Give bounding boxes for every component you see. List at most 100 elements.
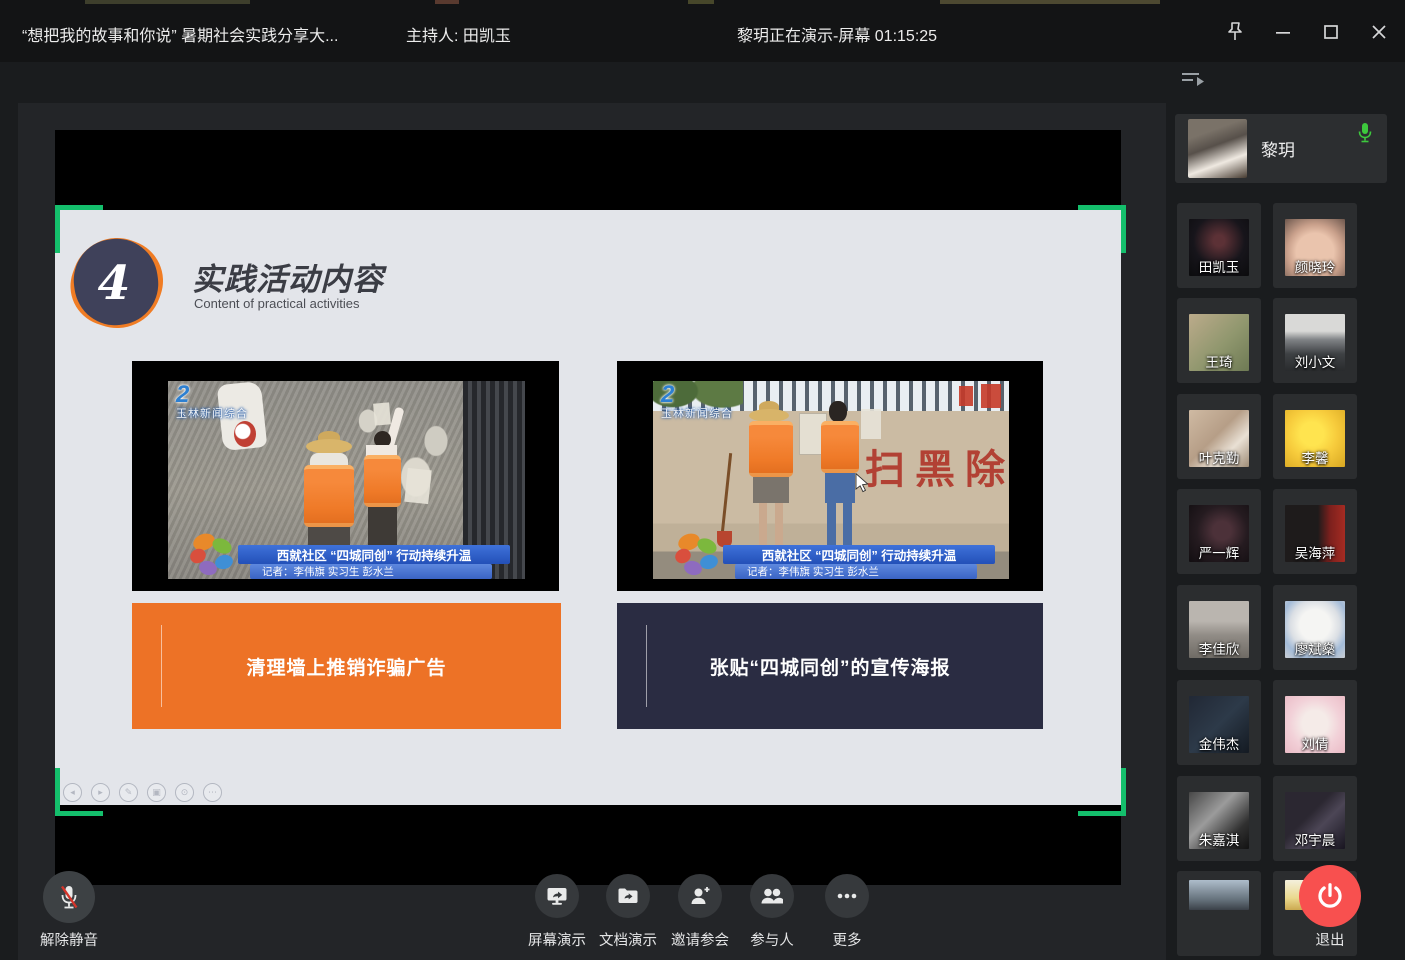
news-pinwheel-logo-icon — [671, 530, 723, 578]
bag — [234, 421, 256, 447]
participant-name: 王琦 — [1177, 351, 1261, 371]
participant-tile[interactable]: 廖斌燊 — [1273, 585, 1357, 670]
slide-subtitle: Content of practical activities — [194, 296, 359, 311]
video-frame: 2 玉林新闻综合 西就社区 “四城同创” 行动持续升温 记者：李伟旗 实习生 彭… — [168, 381, 525, 579]
participant-tile[interactable]: 吴海萍 — [1273, 489, 1357, 574]
slide-title: 实践活动内容 — [192, 254, 384, 299]
orange-vest — [749, 421, 793, 477]
close-icon[interactable] — [1362, 18, 1396, 46]
minimize-icon[interactable] — [1266, 18, 1300, 46]
screen-share-button[interactable] — [535, 874, 579, 918]
broom-stick — [721, 453, 732, 533]
participant-name: 叶克勤 — [1177, 447, 1261, 467]
participant-tile[interactable]: 李佳欣 — [1177, 585, 1261, 670]
channel-logo-icon: 2 — [176, 385, 248, 405]
news-video-still-left: 2 玉林新闻综合 西就社区 “四城同创” 行动持续升温 记者：李伟旗 实习生 彭… — [132, 361, 559, 591]
participant-tile[interactable]: 叶克勤 — [1177, 394, 1261, 479]
more-label: 更多 — [792, 929, 902, 950]
orange-vest — [304, 465, 354, 527]
activity-label-text: 张贴“四城同创”的宣传海报 — [709, 653, 950, 680]
participant-tile[interactable]: 刘倩 — [1273, 680, 1357, 765]
more-icon — [834, 884, 860, 908]
maximize-icon[interactable] — [1314, 18, 1348, 46]
presenter-status: 黎玥正在演示-屏幕 01:15:25 — [737, 22, 937, 46]
slide-overview-icon: ▣ — [147, 783, 166, 802]
participant-tile[interactable]: 王琦 — [1177, 298, 1261, 383]
participants-icon — [759, 884, 785, 908]
divider — [646, 625, 647, 707]
avatar — [1189, 880, 1249, 910]
avatar — [1188, 119, 1247, 178]
participant-name: 廖斌燊 — [1273, 638, 1357, 658]
shorts — [753, 477, 789, 503]
participant-tile[interactable]: 刘小文 — [1273, 298, 1357, 383]
activity-label-orange: 清理墙上推销诈骗广告 — [132, 603, 561, 729]
wall-slogan: 扫黑除恶 — [865, 437, 1009, 495]
desktop-edge-sliver — [940, 0, 1160, 4]
participant-tile[interactable]: 朱嘉淇 — [1177, 776, 1261, 861]
shared-slide: 4 实践活动内容 Content of practical activities — [55, 210, 1121, 805]
collapse-panel-icon[interactable] — [1180, 70, 1208, 95]
doc-share-button[interactable] — [606, 874, 650, 918]
news-subcaption: 记者：李伟旗 实习生 彭水兰 — [735, 564, 977, 579]
straw-hat-brim — [306, 439, 352, 454]
desktop-edge-sliver — [85, 0, 250, 4]
head — [829, 401, 847, 422]
leg — [775, 503, 783, 545]
red-banner — [959, 386, 973, 406]
channel-logo-icon: 2 — [661, 385, 733, 405]
capture-bracket-top-left — [55, 205, 103, 253]
video-frame: 扫黑除恶 — [653, 381, 1009, 579]
participant-name: 严一辉 — [1177, 542, 1261, 562]
participant-name: 邓宇晨 — [1273, 829, 1357, 849]
pen-tool-icon: ✎ — [119, 783, 138, 802]
capture-bracket-top-right — [1078, 205, 1126, 253]
invite-button[interactable] — [678, 874, 722, 918]
mouse-cursor-icon — [855, 473, 869, 493]
torn-poster — [404, 468, 431, 504]
channel-watermark: 2 玉林新闻综合 — [176, 385, 248, 421]
activity-label-text: 清理墙上推销诈骗广告 — [246, 653, 446, 680]
participant-name: 李馨 — [1273, 447, 1357, 467]
invite-icon — [688, 884, 712, 908]
screen-share-icon — [545, 884, 569, 908]
exit-button[interactable] — [1299, 865, 1361, 927]
unmute-button[interactable] — [43, 871, 95, 923]
divider — [161, 625, 162, 707]
meeting-title: “想把我的故事和你说” 暑期社会实践分享大... — [22, 22, 338, 46]
news-video-still-right: 扫黑除恶 — [617, 361, 1043, 591]
participant-name: 刘小文 — [1273, 351, 1357, 371]
jeans — [825, 473, 855, 503]
jeans-leg — [827, 503, 836, 547]
participant-tile[interactable]: 颜晓玲 — [1273, 203, 1357, 288]
news-pinwheel-logo-icon — [186, 530, 238, 578]
participant-name: 朱嘉淇 — [1177, 829, 1261, 849]
participant-tile[interactable]: 邓宇晨 — [1273, 776, 1357, 861]
desktop-edge-sliver — [435, 0, 459, 4]
activity-label-navy: 张贴“四城同创”的宣传海报 — [617, 603, 1043, 729]
participant-tile[interactable]: 金伟杰 — [1177, 680, 1261, 765]
capture-bracket-bottom-left — [55, 768, 103, 816]
torn-poster — [373, 402, 391, 425]
channel-watermark-text: 玉林新闻综合 — [176, 405, 248, 421]
orange-vest — [821, 421, 859, 473]
doc-share-icon — [616, 884, 640, 908]
power-icon — [1315, 881, 1345, 911]
participants-button[interactable] — [750, 874, 794, 918]
participant-tile[interactable]: 李馨 — [1273, 394, 1357, 479]
news-subcaption: 记者：李伟旗 实习生 彭水兰 — [250, 564, 492, 579]
participant-name: 颜晓玲 — [1273, 256, 1357, 276]
pin-icon[interactable] — [1218, 18, 1252, 46]
participant-tile[interactable]: 田凯玉 — [1177, 203, 1261, 288]
participant-tile[interactable]: 严一辉 — [1177, 489, 1261, 574]
desktop-edge-sliver — [688, 0, 714, 4]
participant-name: 刘倩 — [1273, 733, 1357, 753]
jeans-leg — [843, 503, 852, 547]
participant-name: 田凯玉 — [1177, 256, 1261, 276]
more-button[interactable] — [825, 874, 869, 918]
leg — [759, 503, 767, 545]
presenter-card[interactable]: 黎玥 — [1175, 114, 1387, 183]
participant-tile[interactable] — [1177, 871, 1261, 956]
red-banner — [981, 384, 1001, 408]
unmute-label: 解除静音 — [14, 929, 124, 950]
